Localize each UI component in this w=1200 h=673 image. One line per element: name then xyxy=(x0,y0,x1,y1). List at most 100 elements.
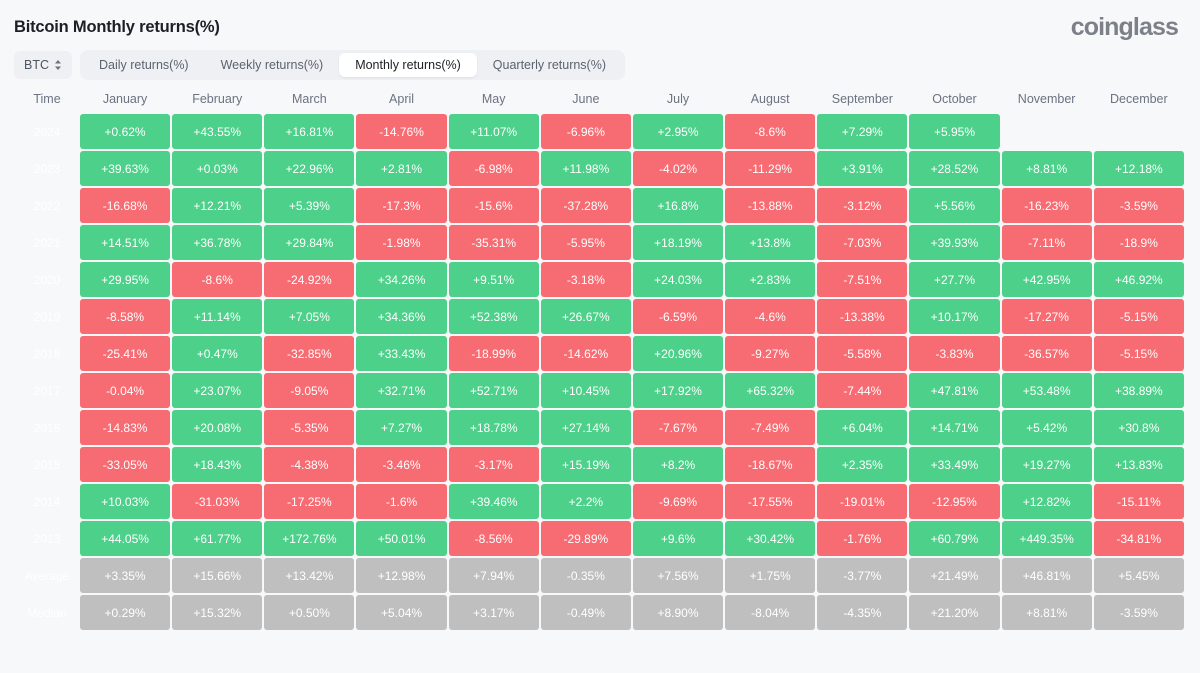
cell-average-december: +5.45% xyxy=(1093,558,1184,593)
cell-2020-february: -8.6% xyxy=(172,262,263,297)
cell-2021-february: +36.78% xyxy=(172,225,263,260)
cell-2022-january: -16.68% xyxy=(80,188,171,223)
cell-2015-february: +18.43% xyxy=(172,447,263,482)
cell-2021-march: +29.84% xyxy=(264,225,355,260)
cell-2015-september: +2.35% xyxy=(817,447,908,482)
column-header-december: December xyxy=(1110,92,1168,106)
cell-2024-september: +7.29% xyxy=(817,114,908,149)
cell-2014-february: -31.03% xyxy=(172,484,263,519)
tab-monthly-returns[interactable]: Monthly returns(%) xyxy=(339,53,477,77)
cell-2023-may: -6.98% xyxy=(448,151,539,186)
cell-2014-december: -15.11% xyxy=(1093,484,1184,519)
cell-2023-january: +39.63% xyxy=(80,151,171,186)
asset-select[interactable]: BTC xyxy=(14,51,72,79)
row-label-2024: 2024 xyxy=(33,124,61,139)
column-header-october: October xyxy=(932,92,977,106)
cell-2021-may: -35.31% xyxy=(448,225,539,260)
cell-2021-september: -7.03% xyxy=(817,225,908,260)
cell-average-september: -3.77% xyxy=(817,558,908,593)
cell-2022-july: +16.8% xyxy=(632,188,724,223)
cell-2017-december: +38.89% xyxy=(1093,373,1184,408)
cell-2015-october: +33.49% xyxy=(909,447,1000,482)
tab-daily-returns[interactable]: Daily returns(%) xyxy=(83,53,205,77)
cell-2013-june: -29.89% xyxy=(540,521,631,556)
column-header-january: January xyxy=(102,92,148,106)
cell-2015-january: -33.05% xyxy=(80,447,171,482)
cell-2015-may: -3.17% xyxy=(448,447,539,482)
cell-average-june: -0.35% xyxy=(540,558,631,593)
cell-2019-june: +26.67% xyxy=(540,299,631,334)
cell-2019-january: -8.58% xyxy=(80,299,171,334)
cell-average-march: +13.42% xyxy=(264,558,355,593)
cell-2024-january: +0.62% xyxy=(80,114,171,149)
cell-2020-august: +2.83% xyxy=(725,262,816,297)
cell-2016-april: +7.27% xyxy=(356,410,447,445)
cell-2014-april: -1.6% xyxy=(356,484,447,519)
cell-2016-march: -5.35% xyxy=(264,410,355,445)
cell-2019-february: +11.14% xyxy=(172,299,263,334)
cell-2018-february: +0.47% xyxy=(172,336,263,371)
page-header: Bitcoin Monthly returns(%) coinglass xyxy=(0,0,1200,46)
cell-2017-june: +10.45% xyxy=(540,373,631,408)
row-label-2023: 2023 xyxy=(33,161,61,176)
cell-2013-february: +61.77% xyxy=(172,521,263,556)
cell-2016-june: +27.14% xyxy=(540,410,631,445)
cell-2023-april: +2.81% xyxy=(356,151,447,186)
cell-2019-may: +52.38% xyxy=(448,299,539,334)
cell-2018-november: -36.57% xyxy=(1001,336,1092,371)
tab-quarterly-returns[interactable]: Quarterly returns(%) xyxy=(477,53,622,77)
cell-2018-may: -18.99% xyxy=(448,336,539,371)
cell-2014-january: +10.03% xyxy=(80,484,171,519)
cell-2013-july: +9.6% xyxy=(632,521,724,556)
cell-2024-december xyxy=(1094,114,1184,149)
cell-2021-april: -1.98% xyxy=(356,225,447,260)
table-row: 2017 -0.04% +23.07% -9.05% +32.71% +52.71% +10… xyxy=(16,373,1184,408)
cell-2017-march: -9.05% xyxy=(264,373,355,408)
cell-2021-january: +14.51% xyxy=(80,225,171,260)
cell-2015-june: +15.19% xyxy=(540,447,631,482)
cell-2022-june: -37.28% xyxy=(540,188,631,223)
cell-2016-july: -7.67% xyxy=(632,410,724,445)
table-body: 2024 +0.62% +43.55% +16.81% -14.76% +11.07% -6… xyxy=(16,114,1184,630)
cell-2022-february: +12.21% xyxy=(172,188,263,223)
cell-2017-september: -7.44% xyxy=(817,373,908,408)
cell-2017-august: +65.32% xyxy=(725,373,816,408)
cell-2019-july: -6.59% xyxy=(632,299,724,334)
cell-2024-june: -6.96% xyxy=(540,114,631,149)
table-row: 2015 -33.05% +18.43% -4.38% -3.46% -3.17% +15.… xyxy=(16,447,1184,482)
tab-weekly-returns[interactable]: Weekly returns(%) xyxy=(205,53,340,77)
returns-table-container: Time January February March April May June July… xyxy=(0,84,1200,632)
cell-2017-july: +17.92% xyxy=(632,373,724,408)
cell-2017-november: +53.48% xyxy=(1001,373,1092,408)
cell-2018-august: -9.27% xyxy=(725,336,816,371)
column-header-april: April xyxy=(389,92,415,106)
cell-2018-september: -5.58% xyxy=(817,336,908,371)
cell-median-april: +5.04% xyxy=(356,595,447,630)
cell-2021-august: +13.8% xyxy=(725,225,816,260)
cell-2018-october: -3.83% xyxy=(909,336,1000,371)
cell-2014-march: -17.25% xyxy=(264,484,355,519)
cell-2017-october: +47.81% xyxy=(909,373,1000,408)
table-header: Time January February March April May June July… xyxy=(16,86,1184,112)
cell-2016-october: +14.71% xyxy=(909,410,1000,445)
cell-2023-october: +28.52% xyxy=(909,151,1000,186)
cell-median-july: +8.90% xyxy=(632,595,724,630)
table-row: 2016 -14.83% +20.08% -5.35% +7.27% +18.78% +27… xyxy=(16,410,1184,445)
cell-2018-january: -25.41% xyxy=(80,336,171,371)
table-row: 2018 -25.41% +0.47% -32.85% +33.43% -18.99% -1… xyxy=(16,336,1184,371)
cell-2020-january: +29.95% xyxy=(80,262,171,297)
cell-2023-august: -11.29% xyxy=(725,151,816,186)
cell-2024-august: -8.6% xyxy=(725,114,816,149)
cell-2013-march: +172.76% xyxy=(264,521,355,556)
cell-average-november: +46.81% xyxy=(1001,558,1092,593)
cell-average-february: +15.66% xyxy=(172,558,263,593)
cell-median-august: -8.04% xyxy=(725,595,816,630)
cell-2017-april: +32.71% xyxy=(356,373,447,408)
table-row: 2022 -16.68% +12.21% +5.39% -17.3% -15.6% -37.… xyxy=(16,188,1184,223)
cell-2018-december: -5.15% xyxy=(1093,336,1184,371)
cell-median-february: +15.32% xyxy=(172,595,263,630)
cell-2015-august: -18.67% xyxy=(725,447,816,482)
cell-2014-november: +12.82% xyxy=(1001,484,1092,519)
asset-select-label: BTC xyxy=(24,58,49,72)
table-row: 2024 +0.62% +43.55% +16.81% -14.76% +11.07% -6… xyxy=(16,114,1184,149)
